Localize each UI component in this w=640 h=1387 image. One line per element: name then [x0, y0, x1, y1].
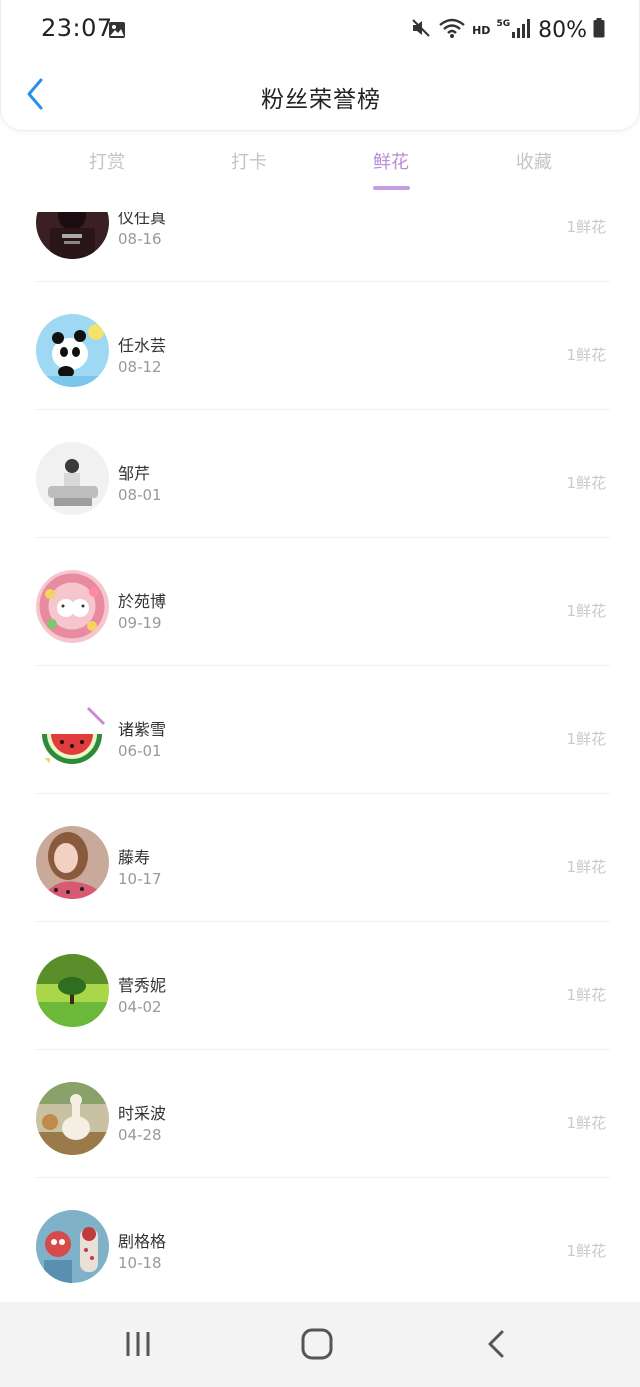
- fan-name: 诸紫雪: [118, 720, 167, 739]
- list-item[interactable]: 於苑博 09-19 1鲜花: [36, 538, 610, 666]
- list-item[interactable]: 仪任真 08-16 1鲜花: [36, 212, 610, 282]
- avatar: [36, 314, 109, 387]
- avatar: [36, 442, 109, 515]
- tab-xianhua[interactable]: 鲜花: [351, 148, 431, 174]
- fan-date: 04-28: [118, 1126, 162, 1144]
- recent-apps-icon: [126, 1332, 150, 1356]
- fan-name: 於苑博: [118, 592, 167, 611]
- tab-shoucang[interactable]: 收藏: [494, 148, 574, 174]
- fan-date: 10-17: [118, 870, 162, 888]
- list-item[interactable]: 菅秀妮 04-02 1鲜花: [36, 922, 610, 1050]
- 5g-label: 5G: [496, 19, 511, 29]
- flower-count: 1鲜花: [566, 986, 606, 1004]
- flower-count: 1鲜花: [566, 1114, 606, 1132]
- flower-count: 1鲜花: [566, 474, 606, 492]
- fan-name: 仪任真: [118, 212, 167, 227]
- list-item[interactable]: 诸紫雪 06-01 1鲜花: [36, 666, 610, 794]
- flower-count: 1鲜花: [566, 346, 606, 364]
- tab-bar: 打赏 打卡 鲜花 收藏: [0, 140, 640, 194]
- list-item[interactable]: 邹芹 08-01 1鲜花: [36, 410, 610, 538]
- active-tab-indicator: [373, 186, 410, 190]
- list-item[interactable]: 剧格格 10-18 1鲜花: [36, 1178, 610, 1302]
- image-notification-icon: [108, 21, 126, 43]
- status-icons: HD 5G 80%: [410, 14, 605, 46]
- battery-icon: [593, 18, 605, 42]
- back-arrow-icon: [488, 1330, 504, 1358]
- fan-date: 09-19: [118, 614, 162, 632]
- flower-count: 1鲜花: [566, 218, 606, 236]
- nav-bar: 粉丝荣誉榜: [1, 62, 640, 128]
- avatar: [36, 212, 109, 259]
- fan-name: 藤寿: [118, 848, 151, 867]
- fan-name: 任水芸: [118, 336, 167, 355]
- fan-date: 08-01: [118, 486, 162, 504]
- avatar: [36, 1082, 109, 1155]
- status-time: 23:07: [41, 14, 113, 42]
- avatar: [36, 826, 109, 899]
- home-icon: [301, 1328, 333, 1360]
- flower-count: 1鲜花: [566, 602, 606, 620]
- fan-date: 08-16: [118, 230, 162, 248]
- tab-daka[interactable]: 打卡: [209, 148, 289, 174]
- fan-date: 10-18: [118, 1254, 162, 1272]
- fan-name: 剧格格: [118, 1232, 167, 1251]
- header-card: 23:07 HD 5G 80% 粉丝荣誉榜: [0, 0, 640, 131]
- list-item[interactable]: 时采波 04-28 1鲜花: [36, 1050, 610, 1178]
- recent-apps-button[interactable]: [124, 1328, 152, 1364]
- system-back-button[interactable]: [484, 1328, 508, 1364]
- avatar: [36, 1210, 109, 1283]
- system-nav-bar: [0, 1302, 640, 1387]
- signal-icon: [512, 18, 531, 42]
- hd-label: HD: [472, 23, 491, 37]
- fan-date: 08-12: [118, 358, 162, 376]
- flower-count: 1鲜花: [566, 730, 606, 748]
- page-title: 粉丝荣誉榜: [261, 87, 381, 113]
- home-button[interactable]: [300, 1328, 334, 1364]
- fan-date: 06-01: [118, 742, 162, 760]
- mute-icon: [410, 17, 432, 43]
- fan-name: 菅秀妮: [118, 976, 167, 995]
- wifi-icon: [438, 17, 466, 43]
- fan-date: 04-02: [118, 998, 162, 1016]
- flower-count: 1鲜花: [566, 858, 606, 876]
- fan-list[interactable]: 仪任真 08-16 1鲜花 任水芸 08-12 1鲜花 邹芹 08-01 1鲜花…: [0, 212, 640, 1302]
- avatar: [36, 698, 109, 771]
- list-item[interactable]: 藤寿 10-17 1鲜花: [36, 794, 610, 922]
- flower-count: 1鲜花: [566, 1242, 606, 1260]
- tab-dashang[interactable]: 打赏: [67, 148, 147, 174]
- battery-percent: 80%: [538, 17, 587, 43]
- screen: 23:07 HD 5G 80% 粉丝荣誉榜 打赏 打卡 鲜花 收藏 仪任真 08…: [0, 0, 640, 1387]
- status-bar: 23:07 HD 5G 80%: [1, 0, 640, 60]
- fan-name: 邹芹: [118, 464, 151, 483]
- avatar: [36, 954, 109, 1027]
- fan-name: 时采波: [118, 1104, 167, 1123]
- list-item[interactable]: 任水芸 08-12 1鲜花: [36, 282, 610, 410]
- avatar: [36, 570, 109, 643]
